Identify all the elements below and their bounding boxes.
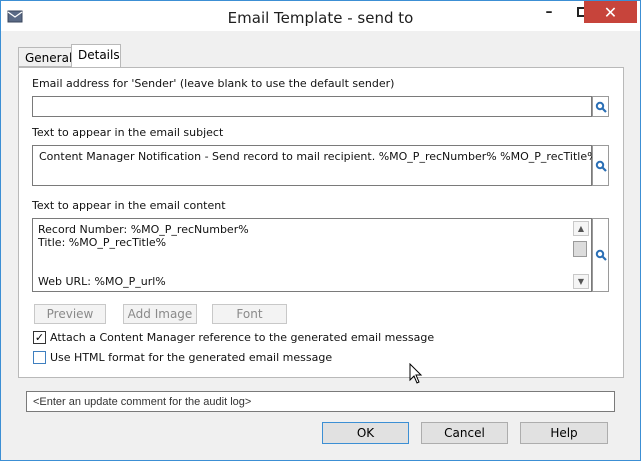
scroll-down-button[interactable]: ▼ [573,274,589,289]
content-textarea[interactable]: Record Number: %MO_P_recNumber% Title: %… [32,218,592,292]
preview-button[interactable]: Preview [34,304,106,324]
tab-details[interactable]: Details [71,44,121,68]
email-template-dialog: Email Template - send to – ✕ General Det… [0,0,641,461]
add-image-button[interactable]: Add Image [123,304,197,324]
chevron-up-icon: ▲ [577,224,585,233]
content-text: Record Number: %MO_P_recNumber% Title: %… [38,223,249,288]
ok-button[interactable]: OK [322,422,409,444]
content-line: Title: %MO_P_recTitle% [38,236,167,249]
minimize-button[interactable]: – [532,1,566,23]
attach-reference-label: Attach a Content Manager reference to th… [50,331,435,344]
mouse-pointer-icon [409,363,423,384]
font-button[interactable]: Font [212,304,287,324]
minimize-icon: – [545,4,553,20]
search-icon [595,160,607,172]
content-lookup-button[interactable] [592,218,609,292]
content-line: Record Number: %MO_P_recNumber% [38,223,249,236]
html-format-label: Use HTML format for the generated email … [50,351,333,364]
scroll-thumb[interactable] [573,241,587,257]
search-icon [595,101,607,113]
close-icon: ✕ [603,2,618,22]
content-label: Text to appear in the email content [32,199,226,212]
search-icon [595,249,607,261]
details-panel: Email address for 'Sender' (leave blank … [18,67,624,378]
help-button[interactable]: Help [520,422,608,444]
subject-input[interactable]: Content Manager Notification - Send reco… [32,145,598,186]
sender-input[interactable] [32,96,592,117]
audit-comment-input[interactable] [26,391,615,412]
html-format-checkbox[interactable] [33,351,46,364]
content-line [38,249,249,262]
scroll-up-button[interactable]: ▲ [573,221,589,236]
sender-label: Email address for 'Sender' (leave blank … [32,77,395,90]
attach-reference-checkbox[interactable]: ✓ [33,331,46,344]
sender-lookup-button[interactable] [592,96,609,117]
title-bar[interactable]: Email Template - send to – ✕ [1,1,640,31]
close-button[interactable]: ✕ [584,1,637,23]
chevron-down-icon: ▼ [577,277,585,286]
subject-lookup-button[interactable] [592,145,609,186]
content-line: Web URL: %MO_P_url% [38,275,166,288]
cancel-button[interactable]: Cancel [421,422,508,444]
subject-label: Text to appear in the email subject [32,126,224,139]
tab-general[interactable]: General [18,47,72,67]
subject-text: Content Manager Notification - Send reco… [39,150,598,163]
content-scrollbar[interactable]: ▲ ▼ [573,221,589,289]
